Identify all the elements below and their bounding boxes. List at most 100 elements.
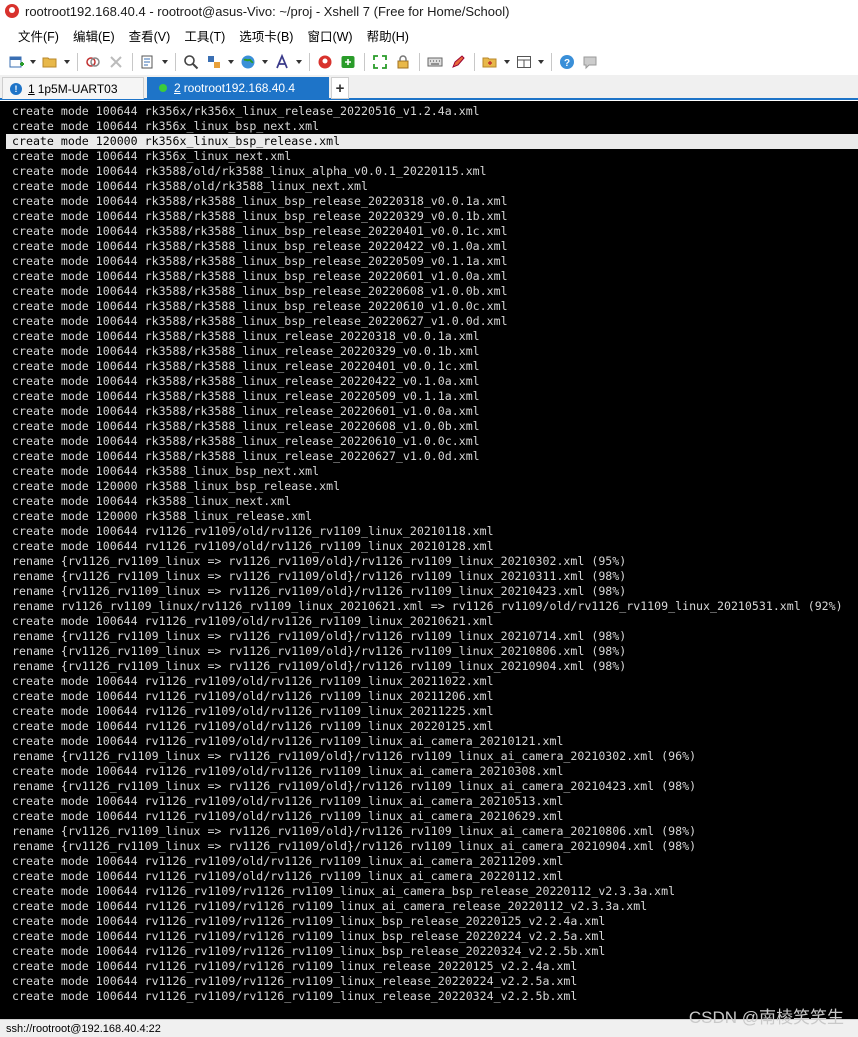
reconnect-icon[interactable] [83,52,103,72]
find-icon[interactable] [181,52,201,72]
terminal-line: create mode 100644 rk356x_linux_bsp_next… [12,119,320,133]
terminal-line: create mode 100644 rk3588/rk3588_linux_r… [12,419,480,433]
terminal-line: rename {rv1126_rv1109_linux => rv1126_rv… [12,779,697,793]
menu-help[interactable]: 帮助(H) [367,26,409,45]
terminal-line: create mode 100644 rv1126_rv1109/rv1126_… [12,959,578,973]
terminal-line: rename {rv1126_rv1109_linux => rv1126_rv… [12,569,627,583]
disconnect-icon[interactable] [106,52,126,72]
menu-tools[interactable]: 工具(T) [184,26,225,45]
terminal-line: create mode 100644 rv1126_rv1109/rv1126_… [12,884,676,898]
toolbar-separator [474,52,475,71]
menu-tab[interactable]: 选项卡(B) [239,26,293,45]
terminal-line: create mode 100644 rv1126_rv1109/rv1126_… [12,974,578,988]
terminal-line: rename {rv1126_rv1109_linux => rv1126_rv… [12,749,697,763]
keyboard-icon[interactable] [425,52,445,72]
terminal-line: create mode 100644 rk3588/old/rk3588_lin… [12,164,487,178]
menu-window[interactable]: 窗口(W) [307,26,352,45]
globe-dropdown[interactable] [261,52,268,72]
toolbar-separator [364,52,365,71]
terminal-line: create mode 120000 rk3588_linux_bsp_rele… [12,479,341,493]
terminal-line: create mode 100644 rk3588/rk3588_linux_r… [12,389,480,403]
transfer-dropdown[interactable] [227,52,234,72]
warning-icon: ! [10,82,22,95]
terminal-line: rename {rv1126_rv1109_linux => rv1126_rv… [12,629,627,643]
tab-label: rootroot192.168.40.4 [183,81,296,95]
menu-file[interactable]: 文件(F) [18,26,59,45]
toolbar-separator [132,52,133,71]
toolbar: ? [0,48,858,75]
terminal-line: create mode 100644 rk356x_linux_next.xml [12,149,292,163]
terminal-line: create mode 100644 rk3588/rk3588_linux_b… [12,299,508,313]
toolbar-separator [175,52,176,71]
terminal-line: create mode 100644 rk3588/rk3588_linux_b… [12,239,508,253]
terminal-line: create mode 100644 rv1126_rv1109/old/rv1… [12,854,564,868]
globe-icon[interactable] [238,52,258,72]
xftp-icon[interactable] [338,52,358,72]
xshell-logo-icon[interactable] [5,4,19,18]
terminal-line: create mode 100644 rv1126_rv1109/old/rv1… [12,704,494,718]
terminal-line: create mode 100644 rk3588/rk3588_linux_b… [12,284,508,298]
terminal-line: create mode 100644 rk3588/rk3588_linux_b… [12,224,508,238]
terminal-line: create mode 100644 rk3588/rk3588_linux_r… [12,344,480,358]
terminal-line: create mode 100644 rk3588/rk3588_linux_b… [12,194,508,208]
terminal-line: create mode 100644 rk3588_linux_bsp_next… [12,464,320,478]
terminal-line: create mode 100644 rv1126_rv1109/rv1126_… [12,944,606,958]
highlight-pen-icon[interactable] [448,52,468,72]
terminal-line: rename {rv1126_rv1109_linux => rv1126_rv… [12,554,627,568]
new-session-dropdown[interactable] [29,52,36,72]
toolbar-separator [309,52,310,71]
help-icon[interactable]: ? [557,52,577,72]
menu-edit[interactable]: 编辑(E) [73,26,115,45]
terminal-line: rename {rv1126_rv1109_linux => rv1126_rv… [12,584,627,598]
terminal-line: create mode 100644 rv1126_rv1109/old/rv1… [12,524,494,538]
connection-status: ssh://rootroot@192.168.40.4:22 [6,1022,161,1035]
transfer-icon[interactable] [204,52,224,72]
properties-icon[interactable] [138,52,158,72]
terminal-line: create mode 100644 rv1126_rv1109/old/rv1… [12,719,494,733]
compose-dropdown[interactable] [503,52,510,72]
terminal-line: create mode 100644 rv1126_rv1109/old/rv1… [12,794,564,808]
chat-icon[interactable] [580,52,600,72]
terminal-line: create mode 100644 rk3588/old/rk3588_lin… [12,179,368,193]
terminal-output[interactable]: create mode 100644 rk356x/rk356x_linux_r… [0,101,858,1019]
toolbar-separator [77,52,78,71]
compose-icon[interactable] [480,52,500,72]
terminal-line: create mode 100644 rv1126_rv1109/old/rv1… [12,689,494,703]
new-tab-button[interactable]: + [331,77,349,99]
menu-bar: 文件(F) 编辑(E) 查看(V) 工具(T) 选项卡(B) 窗口(W) 帮助(… [0,24,858,46]
terminal-line: create mode 100644 rk3588/rk3588_linux_b… [12,254,508,268]
lock-icon[interactable] [393,52,413,72]
open-dropdown[interactable] [63,52,70,72]
terminal-line: create mode 100644 rv1126_rv1109/old/rv1… [12,764,564,778]
toolbar-separator [551,52,552,71]
terminal-line: create mode 100644 rk3588/rk3588_linux_r… [12,449,480,463]
svg-text:?: ? [564,58,570,69]
tab-number: 1 [28,81,35,96]
terminal-line: create mode 100644 rv1126_rv1109/old/rv1… [12,809,564,823]
xshell-red-icon[interactable] [315,52,335,72]
tab-session-2[interactable]: 2 rootroot192.168.40.4 [147,77,329,99]
font-icon[interactable] [272,52,292,72]
open-folder-icon[interactable] [40,52,60,72]
terminal-line: create mode 100644 rv1126_rv1109/old/rv1… [12,614,494,628]
terminal-line: rename rv1126_rv1109_linux/rv1126_rv1109… [12,599,843,613]
toolbar-separator [419,52,420,71]
terminal-line: create mode 100644 rk3588/rk3588_linux_r… [12,359,480,373]
new-session-icon[interactable] [6,52,26,72]
layout-icon[interactable] [514,52,534,72]
title-bar: rootroot192.168.40.4 - rootroot@asus-Viv… [0,0,858,22]
terminal-line: rename {rv1126_rv1109_linux => rv1126_rv… [12,659,627,673]
tab-bar: ! 1 1p5M-UART03 2 rootroot192.168.40.4 + [0,75,858,100]
terminal-line: create mode 100644 rk3588_linux_next.xml [12,494,292,508]
terminal-line: create mode 100644 rk3588/rk3588_linux_b… [12,269,508,283]
tab-label: 1p5M-UART03 [37,81,118,96]
fullscreen-icon[interactable] [370,52,390,72]
terminal-line: rename {rv1126_rv1109_linux => rv1126_rv… [12,824,697,838]
terminal-line: create mode 100644 rk3588/rk3588_linux_b… [12,209,508,223]
properties-dropdown[interactable] [161,52,168,72]
terminal-line: rename {rv1126_rv1109_linux => rv1126_rv… [12,644,627,658]
layout-dropdown[interactable] [537,52,544,72]
tab-session-1[interactable]: ! 1 1p5M-UART03 [2,77,144,99]
menu-view[interactable]: 查看(V) [129,26,171,45]
font-dropdown[interactable] [295,52,302,72]
